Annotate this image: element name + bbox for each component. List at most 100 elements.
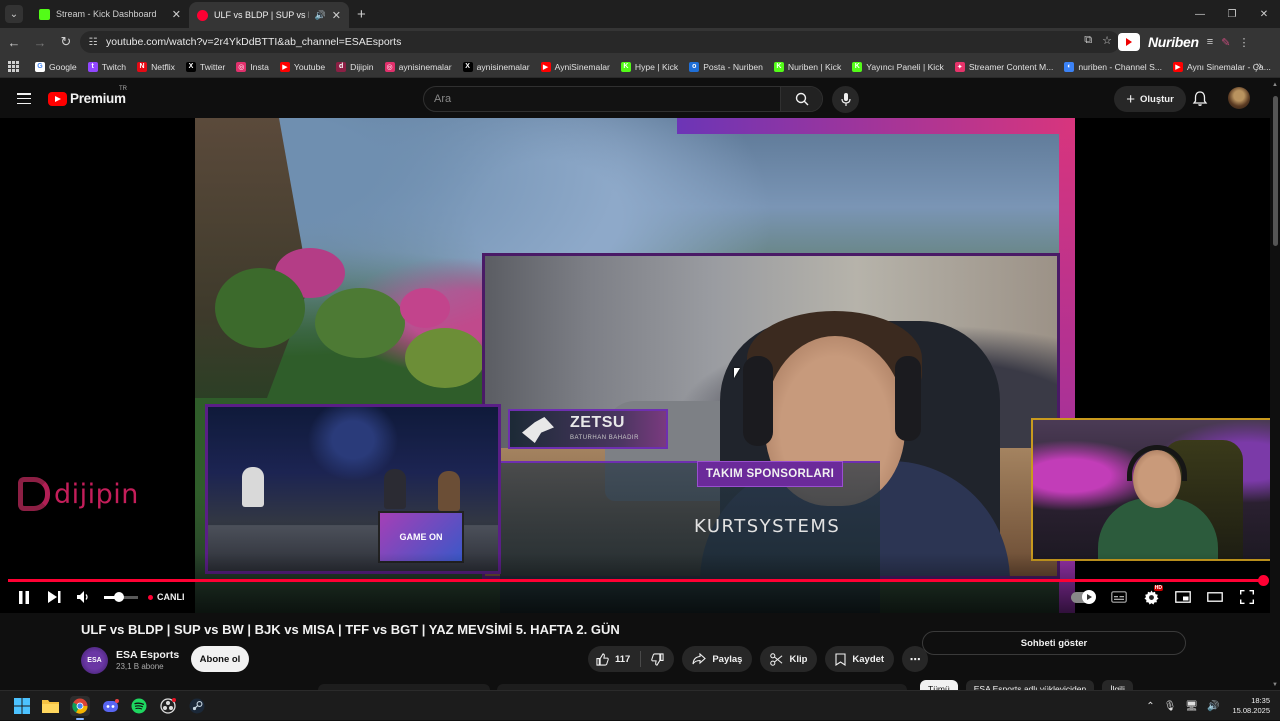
browser-tab-youtube[interactable]: ULF vs BLDP | SUP vs BW | B 🔊 ✕ [189,2,349,28]
audio-playing-icon[interactable]: 🔊 [315,10,326,21]
pause-button[interactable] [14,588,34,606]
voice-search-button[interactable] [832,86,859,113]
tray-overflow-icon[interactable]: ⌃ [1146,701,1154,712]
youtube-extension-icon[interactable] [1118,33,1140,51]
bookmark-item[interactable]: ◎ Insta [236,61,269,72]
bookmark-favicon-icon: K [620,61,631,72]
volume-slider-handle[interactable] [114,592,125,602]
site-info-icon[interactable]: ☷ [86,35,100,49]
extensions-menu-icon[interactable]: ≡ [1207,36,1213,48]
tab-title: Stream - Kick Dashboard [56,9,157,19]
bookmark-item[interactable]: G Google [35,61,77,72]
guide-menu-icon[interactable] [17,93,31,105]
chip-uploader[interactable]: ESA Esports adlı yükleyiciden [965,680,1095,690]
close-window-icon[interactable]: ✕ [1248,0,1280,28]
scroll-up-icon[interactable]: ▲ [1272,82,1278,88]
theater-mode-button[interactable] [1206,588,1224,606]
bookmark-item[interactable]: d Dijipin [336,61,374,72]
create-button[interactable]: + Oluştur [1114,86,1186,112]
obs-icon[interactable] [158,696,178,716]
share-button[interactable]: Paylaş [682,646,753,672]
reload-icon[interactable]: ↻ [54,30,78,54]
subscriber-count: 23,1 B abone [116,662,164,671]
more-bookmarks-icon[interactable]: » [1256,60,1262,72]
bookmark-item[interactable]: t Twitch [87,61,126,72]
page-scrollbar[interactable]: ▲ ▼ [1270,78,1280,690]
scrubber-knob[interactable] [1258,575,1269,586]
close-tab-icon[interactable]: ✕ [172,8,181,21]
tab-search-button[interactable]: ⌄ [5,5,23,23]
spotify-icon[interactable] [129,696,149,716]
channel-name[interactable]: ESA Esports [116,649,179,661]
profile-extension-icon[interactable]: ✎ [1221,36,1230,49]
volume-tray-icon[interactable]: 🔊 [1207,701,1219,712]
install-app-icon[interactable]: ⧉ [1084,34,1092,47]
bookmark-favicon-icon: ▶ [1172,61,1183,72]
forward-icon[interactable]: → [28,30,52,54]
next-button[interactable] [44,588,64,606]
scroll-down-icon[interactable]: ▼ [1272,682,1278,688]
youtube-premium-logo[interactable]: Premium TR [48,86,127,106]
bookmark-item[interactable]: Xaynisinemalar [462,61,530,72]
scrollbar-thumb[interactable] [1273,96,1278,246]
apps-grid-icon[interactable] [8,60,19,73]
progress-bar[interactable] [8,575,1269,586]
bookmark-item[interactable]: o Posta - Nuriben [689,61,763,72]
volume-slider[interactable] [104,592,138,602]
clock[interactable]: 18:35 15.08.2025 [1232,696,1270,716]
search-box[interactable]: Ara [423,86,823,112]
bookmark-favicon-icon: ▶ [279,61,290,72]
bookmark-item[interactable]: ✦ Streamer Content M... [954,61,1053,72]
close-tab-icon[interactable]: ✕ [332,9,341,22]
chip-related[interactable]: İlgili [1102,680,1133,690]
search-button[interactable] [780,87,822,111]
save-button[interactable]: Kaydet [825,646,895,672]
discord-icon[interactable] [100,696,120,716]
chrome-icon[interactable] [70,696,90,720]
browser-menu-icon[interactable]: ⋮ [1238,36,1249,49]
bookmark-item[interactable]: X Twitter [185,61,225,72]
live-indicator[interactable]: CANLI [148,592,185,602]
bookmark-item[interactable]: N Netflix [137,61,175,72]
restore-icon[interactable]: ❐ [1216,0,1248,28]
fullscreen-button[interactable] [1238,588,1256,606]
windows-start-icon[interactable] [12,696,32,716]
steam-icon[interactable] [187,696,207,716]
browser-tab-kick-dashboard[interactable]: Stream - Kick Dashboard ✕ [31,0,189,28]
bookmark-icon [835,652,846,666]
bookmark-item[interactable]: K Hype | Kick [620,61,678,72]
back-icon[interactable]: ← [2,30,26,54]
chip-all[interactable]: Tümü [920,680,958,690]
like-button[interactable]: 117 [588,651,642,667]
search-input[interactable]: Ara [424,87,780,111]
nuriben-extension-label[interactable]: Nuriben [1148,34,1199,50]
bookmark-item[interactable]: ▶ AyniSinemalar [540,61,610,72]
subtitles-button[interactable] [1110,588,1128,606]
show-chat-button[interactable]: Sohbeti göster [922,631,1186,655]
url-text: youtube.com/watch?v=2r4YkDdBTTI&ab_chann… [106,36,402,48]
mute-button[interactable] [74,588,94,606]
bookmark-item[interactable]: K Yayıncı Paneli | Kick [852,61,944,72]
bookmark-item[interactable]: ▶ Youtube [279,61,325,72]
bookmark-item[interactable]: K Nuriben | Kick [773,61,841,72]
file-explorer-icon[interactable] [40,696,60,716]
settings-button[interactable]: HD [1142,585,1163,606]
autoplay-toggle[interactable] [1070,588,1096,606]
subscribe-button[interactable]: Abone ol [191,646,249,672]
theater-icon [1207,592,1223,602]
bookmark-item[interactable]: ◐ nuriben - Channel S... [1064,61,1162,72]
clip-button[interactable]: Klip [760,646,818,672]
bookmark-item[interactable]: ◎ aynisinemalar [384,61,452,72]
new-tab-button[interactable]: + [357,6,366,23]
network-icon[interactable]: 🖥 [1185,701,1198,712]
notifications-bell-icon[interactable] [1191,90,1209,108]
bookmark-star-icon[interactable]: ☆ [1102,34,1112,47]
dislike-button[interactable] [641,652,674,666]
channel-avatar[interactable]: ESA [81,646,108,674]
miniplayer-button[interactable] [1174,588,1192,606]
address-bar[interactable]: ☷ youtube.com/watch?v=2r4YkDdBTTI&ab_cha… [80,31,1120,53]
minimize-icon[interactable]: — [1184,0,1216,28]
user-avatar[interactable] [1228,87,1250,109]
microphone-tray-icon[interactable]: 🎙 [1164,701,1177,712]
video-player[interactable]: ZETSU BATURHAN BAHADIR TAKIM SPONSORLARI… [0,118,1270,613]
